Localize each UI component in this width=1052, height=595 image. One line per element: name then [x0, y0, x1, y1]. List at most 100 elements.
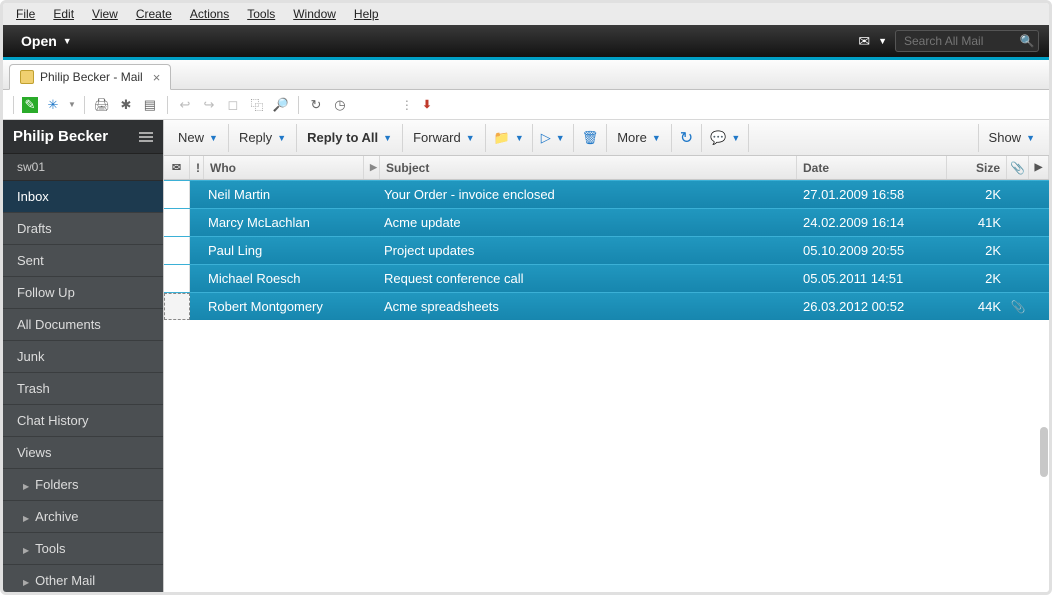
- caret-down-icon: ▼: [63, 36, 72, 46]
- sidebar-item-folders[interactable]: Folders: [3, 469, 163, 501]
- menu-bar: File Edit View Create Actions Tools Wind…: [3, 3, 1049, 25]
- calendar-icon[interactable]: ◷: [331, 96, 349, 114]
- sidebar-item-alldocuments[interactable]: All Documents: [3, 309, 163, 341]
- tab-mail[interactable]: Philip Becker - Mail ×: [9, 64, 171, 90]
- reply-all-button[interactable]: Reply to All▼: [297, 124, 403, 152]
- flag-icon: ▷: [541, 130, 551, 146]
- search-all-mail[interactable]: 🔍: [895, 30, 1039, 52]
- sidebar-item-trash[interactable]: Trash: [3, 373, 163, 405]
- sidebar-item-tools[interactable]: Tools: [3, 533, 163, 565]
- chat-button[interactable]: 💬▼: [702, 124, 749, 152]
- menu-window[interactable]: Window: [284, 5, 345, 23]
- preview-icon[interactable]: ▤: [141, 96, 159, 114]
- col-date[interactable]: Date: [797, 156, 947, 179]
- delete-button[interactable]: 🗑: [574, 124, 608, 152]
- flag-button[interactable]: ▷▼: [533, 124, 574, 152]
- search-icon[interactable]: 🔍: [1016, 34, 1038, 48]
- forward-nav-icon[interactable]: ↪: [200, 96, 218, 114]
- msg-who: Michael Roesch: [202, 265, 362, 292]
- mail-tab-icon: [20, 70, 34, 84]
- col-size[interactable]: Size: [947, 156, 1007, 179]
- copy-icon[interactable]: ⿻: [248, 96, 266, 114]
- show-button[interactable]: Show▼: [978, 124, 1045, 152]
- column-header: ✉ ! Who ▶ Subject Date Size 📎 ▶: [164, 156, 1049, 180]
- table-row[interactable]: Paul Ling Project updates 05.10.2009 20:…: [164, 236, 1049, 264]
- table-row[interactable]: Michael Roesch Request conference call 0…: [164, 264, 1049, 292]
- msg-size: 2K: [947, 181, 1007, 208]
- caret-down-icon: ▼: [878, 36, 887, 46]
- msg-who: Neil Martin: [202, 181, 362, 208]
- stop-icon[interactable]: ◻: [224, 96, 242, 114]
- open-bar: Open ▼ ✉ ▼ 🔍: [3, 25, 1049, 57]
- table-row[interactable]: Robert Montgomery Acme spreadsheets 26.0…: [164, 292, 1049, 320]
- grip-icon: ⋮: [401, 98, 412, 112]
- sync-icon: ↻: [680, 128, 693, 148]
- msg-date: 05.10.2009 20:55: [797, 237, 947, 264]
- col-sort-indicator[interactable]: ▶: [364, 156, 380, 179]
- sidebar: Philip Becker sw01 Inbox Drafts Sent Fol…: [3, 120, 163, 592]
- msg-who: Marcy McLachlan: [202, 209, 362, 236]
- sidebar-subtitle: sw01: [3, 154, 163, 181]
- menu-actions[interactable]: Actions: [181, 5, 238, 23]
- attachment-icon: 📎: [1011, 300, 1026, 314]
- sidebar-item-othermail[interactable]: Other Mail: [3, 565, 163, 592]
- msg-subject: Request conference call: [378, 265, 797, 292]
- open-button[interactable]: Open ▼: [13, 29, 80, 53]
- sidebar-header: Philip Becker: [3, 120, 163, 154]
- col-envelope-icon[interactable]: ✉: [164, 156, 190, 179]
- zoom-icon[interactable]: 🔎: [272, 96, 290, 114]
- table-row[interactable]: Neil Martin Your Order - invoice enclose…: [164, 180, 1049, 208]
- col-who[interactable]: Who: [204, 156, 364, 179]
- close-icon[interactable]: ×: [153, 70, 161, 85]
- col-subject[interactable]: Subject: [380, 156, 797, 179]
- scrollbar[interactable]: [1040, 427, 1048, 477]
- table-row[interactable]: Marcy McLachlan Acme update 24.02.2009 1…: [164, 208, 1049, 236]
- msg-date: 26.03.2012 00:52: [797, 293, 947, 320]
- msg-date: 24.02.2009 16:14: [797, 209, 947, 236]
- msg-size: 2K: [947, 265, 1007, 292]
- msg-size: 2K: [947, 237, 1007, 264]
- sidebar-item-junk[interactable]: Junk: [3, 341, 163, 373]
- sidebar-item-drafts[interactable]: Drafts: [3, 213, 163, 245]
- reply-button[interactable]: Reply▼: [229, 124, 297, 152]
- sidebar-item-views[interactable]: Views: [3, 437, 163, 469]
- gear-icon[interactable]: ✱: [117, 96, 135, 114]
- more-button[interactable]: More▼: [607, 124, 672, 152]
- menu-create[interactable]: Create: [127, 5, 181, 23]
- col-flag-icon[interactable]: ▶: [1029, 156, 1049, 179]
- col-attach-icon[interactable]: 📎: [1007, 156, 1029, 179]
- menu-tools[interactable]: Tools: [238, 5, 284, 23]
- col-priority[interactable]: !: [190, 156, 204, 179]
- menu-file[interactable]: File: [7, 5, 44, 23]
- hamburger-icon[interactable]: [139, 132, 153, 142]
- sidebar-item-sent[interactable]: Sent: [3, 245, 163, 277]
- new-button[interactable]: New▼: [168, 124, 229, 152]
- folder-icon: 📁: [494, 130, 510, 146]
- content-pane: New▼ Reply▼ Reply to All▼ Forward▼ 📁▼ ▷▼…: [163, 120, 1049, 592]
- sidebar-item-followup[interactable]: Follow Up: [3, 277, 163, 309]
- folder-button[interactable]: 📁▼: [486, 124, 533, 152]
- envelope-icon[interactable]: ✉: [858, 33, 870, 50]
- sidebar-item-chathistory[interactable]: Chat History: [3, 405, 163, 437]
- sidebar-item-archive[interactable]: Archive: [3, 501, 163, 533]
- sidebar-item-inbox[interactable]: Inbox: [3, 181, 163, 213]
- menu-edit[interactable]: Edit: [44, 5, 83, 23]
- msg-size: 41K: [947, 209, 1007, 236]
- msg-subject: Acme spreadsheets: [378, 293, 797, 320]
- open-label: Open: [21, 33, 57, 49]
- forward-button[interactable]: Forward▼: [403, 124, 486, 152]
- sync-button[interactable]: ↻: [672, 124, 702, 152]
- refresh-icon[interactable]: ↻: [307, 96, 325, 114]
- msg-size: 44K: [947, 293, 1007, 320]
- new-doc-icon[interactable]: ✳: [44, 96, 62, 114]
- pdf-icon[interactable]: ⬇: [418, 96, 436, 114]
- msg-who: Paul Ling: [202, 237, 362, 264]
- menu-help[interactable]: Help: [345, 5, 388, 23]
- action-toolbar: New▼ Reply▼ Reply to All▼ Forward▼ 📁▼ ▷▼…: [164, 120, 1049, 156]
- message-list: Neil Martin Your Order - invoice enclose…: [164, 180, 1049, 592]
- search-input[interactable]: [896, 34, 1016, 48]
- print-icon[interactable]: 🖨: [93, 96, 111, 114]
- menu-view[interactable]: View: [83, 5, 127, 23]
- compose-icon[interactable]: ✎: [22, 97, 38, 113]
- back-icon[interactable]: ↩: [176, 96, 194, 114]
